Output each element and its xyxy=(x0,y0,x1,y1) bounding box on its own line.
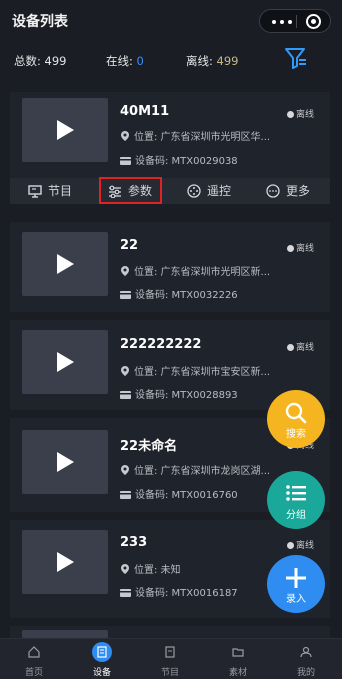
location-pin-icon xyxy=(121,366,129,376)
search-icon xyxy=(285,402,307,424)
play-icon xyxy=(57,552,74,572)
device-thumbnail[interactable] xyxy=(22,630,108,638)
device-location: 位置: 广东省深圳市光明区新... xyxy=(120,263,270,278)
program-icon xyxy=(28,185,42,198)
device-card[interactable]: 22 离线 位置: 广东省深圳市光明区新... 设备码: MTX0032226 xyxy=(10,222,330,312)
device-code: 设备码: MTX0016187 xyxy=(120,584,238,599)
plus-icon xyxy=(286,568,306,588)
device-code: 设备码: MTX0032226 xyxy=(120,286,238,301)
device-location: 位置: 未知 xyxy=(120,561,181,576)
remote-icon xyxy=(187,184,201,198)
device-code: 设备码: MTX0028893 xyxy=(120,386,238,401)
status-badge: 离线 xyxy=(287,538,314,551)
play-icon xyxy=(57,120,74,140)
device-card[interactable]: 40M11 离线 位置: 广东省深圳市光明区华... 设备码: MTX00290… xyxy=(10,92,330,178)
offline-stat: 离线: 499 xyxy=(186,54,239,68)
page-title: 设备列表 xyxy=(12,14,68,30)
location-pin-icon xyxy=(121,131,129,141)
header: 设备列表 xyxy=(0,0,342,42)
more-menu-icon[interactable] xyxy=(272,20,292,24)
location-pin-icon xyxy=(121,465,129,475)
folder-icon xyxy=(232,648,244,657)
play-icon xyxy=(57,452,74,472)
card-icon xyxy=(120,391,131,399)
device-action-bar: 节目 参数 遥控 更多 xyxy=(10,178,330,204)
device-thumbnail[interactable] xyxy=(22,330,108,394)
device-icon xyxy=(97,646,107,658)
status-badge: 离线 xyxy=(287,107,314,120)
online-stat: 在线: 0 xyxy=(106,54,144,68)
device-thumbnail[interactable] xyxy=(22,530,108,594)
device-thumbnail[interactable] xyxy=(22,430,108,494)
tab-device[interactable]: 设备 xyxy=(68,639,136,679)
miniprogram-capsule xyxy=(259,9,331,33)
action-more-button[interactable]: 更多 xyxy=(266,181,310,201)
card-icon xyxy=(120,291,131,299)
device-location: 位置: 广东省深圳市宝安区新... xyxy=(120,363,270,378)
total-stat: 总数: 499 xyxy=(14,54,67,68)
params-highlight-box xyxy=(99,177,162,204)
tab-material[interactable]: 素材 xyxy=(204,639,272,679)
device-thumbnail[interactable] xyxy=(22,98,108,162)
action-program-button[interactable]: 节目 xyxy=(28,181,72,201)
tab-program[interactable]: 节目 xyxy=(136,639,204,679)
play-icon xyxy=(57,352,74,372)
group-fab-button[interactable]: 分组 xyxy=(267,471,325,529)
device-name: 22未命名 xyxy=(120,439,178,454)
home-icon xyxy=(28,646,40,658)
status-badge: 离线 xyxy=(287,241,314,254)
device-code: 设备码: MTX0029038 xyxy=(120,152,238,167)
filter-icon[interactable] xyxy=(284,46,308,70)
card-icon xyxy=(120,491,131,499)
device-name: 40M11 xyxy=(120,104,170,119)
device-card[interactable] xyxy=(10,626,330,638)
device-name: 22 xyxy=(120,238,139,253)
device-location: 位置: 广东省深圳市光明区华... xyxy=(120,128,270,143)
device-code: 设备码: MTX0016760 xyxy=(120,486,238,501)
device-location: 位置: 广东省深圳市龙岗区湖... xyxy=(120,462,270,477)
device-thumbnail[interactable] xyxy=(22,232,108,296)
play-icon xyxy=(57,254,74,274)
search-fab-button[interactable]: 搜索 xyxy=(267,390,325,448)
user-icon xyxy=(300,646,312,658)
device-name: 222222222 xyxy=(120,337,202,352)
location-pin-icon xyxy=(121,564,129,574)
card-icon xyxy=(120,589,131,597)
tab-home[interactable]: 首页 xyxy=(0,639,68,679)
add-entry-fab-button[interactable]: 录入 xyxy=(267,555,325,613)
close-miniprogram-icon[interactable] xyxy=(306,14,321,29)
tab-mine[interactable]: 我的 xyxy=(272,639,340,679)
device-name: 233 xyxy=(120,535,148,550)
bottom-tab-bar: 首页 设备 节目 素材 我的 xyxy=(0,638,342,679)
program-icon xyxy=(165,646,175,658)
action-remote-button[interactable]: 遥控 xyxy=(187,181,231,201)
location-pin-icon xyxy=(121,266,129,276)
list-icon xyxy=(286,485,306,501)
status-badge: 离线 xyxy=(287,340,314,353)
more-icon xyxy=(266,184,280,198)
card-icon xyxy=(120,157,131,165)
